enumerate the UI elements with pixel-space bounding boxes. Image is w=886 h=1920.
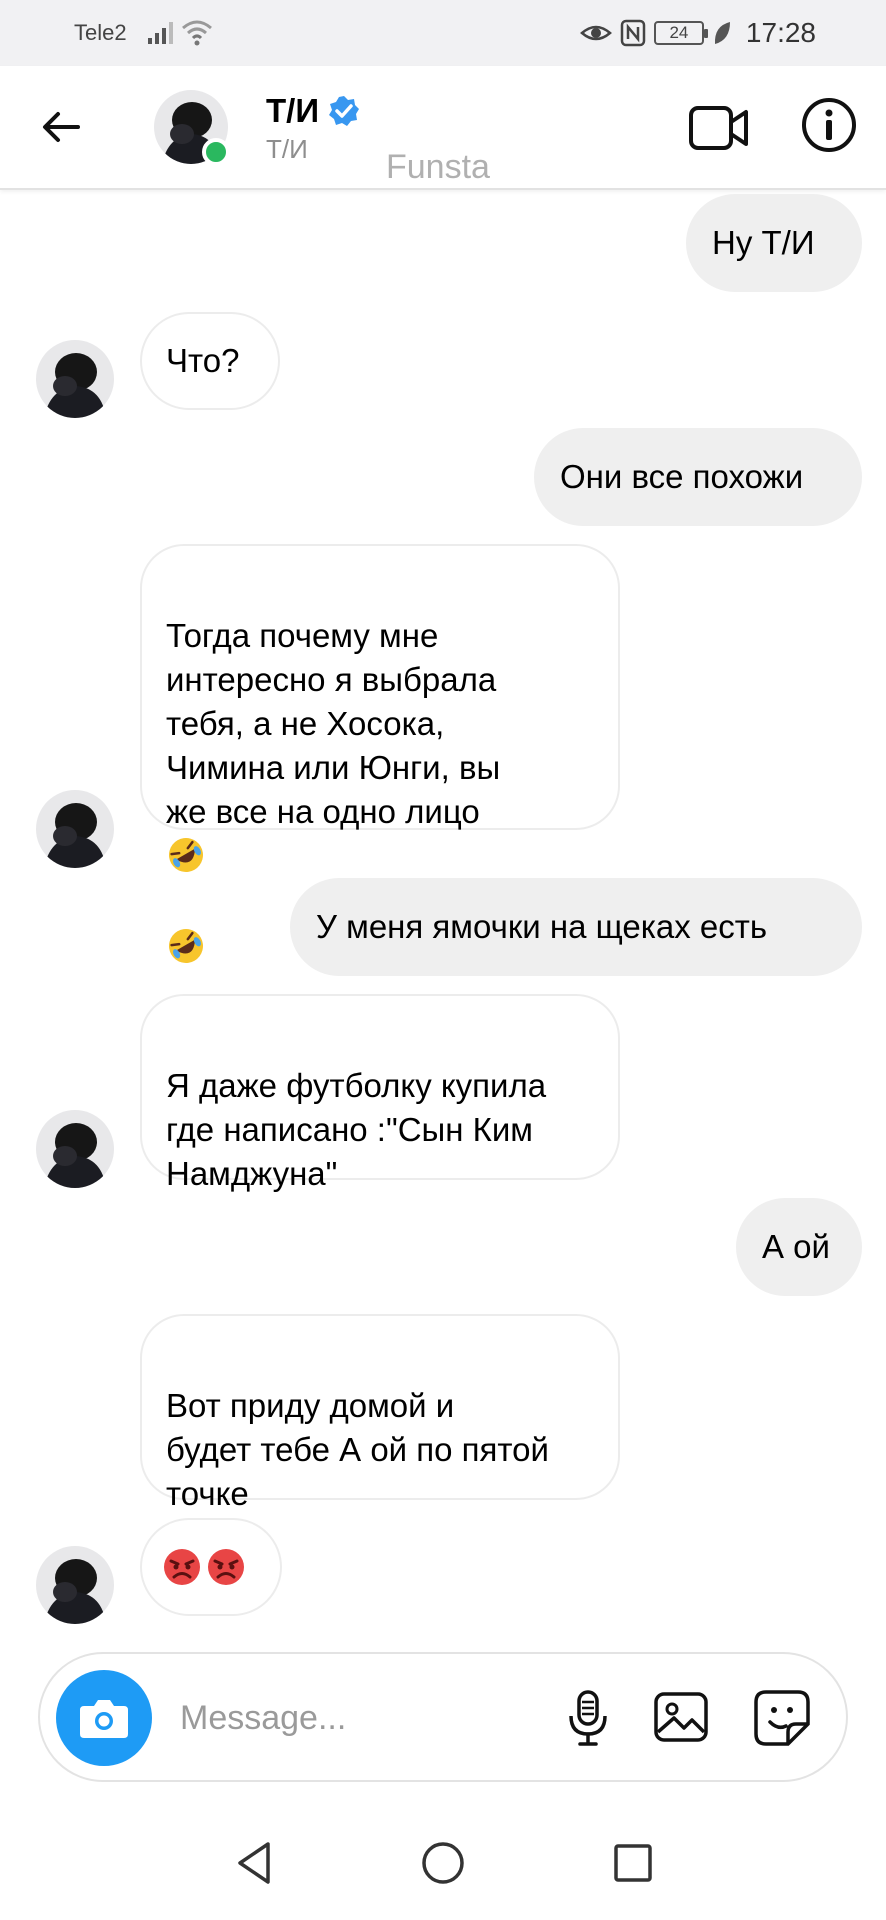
avatar[interactable]: [36, 790, 114, 868]
battery-icon: 24: [653, 21, 708, 45]
sticker-icon[interactable]: [752, 1688, 812, 1748]
system-nav-bar: [0, 1806, 886, 1920]
back-arrow-icon[interactable]: [38, 104, 84, 150]
signal-icon: [148, 22, 173, 44]
message-text: Они все похожи: [560, 458, 804, 495]
wifi-icon: [182, 20, 212, 46]
message-text: Что?: [166, 342, 240, 379]
nav-back-icon[interactable]: [228, 1834, 286, 1892]
status-bar: Tele2 24 17:28: [0, 0, 886, 66]
video-call-icon[interactable]: [688, 100, 750, 156]
message-bubble-outgoing[interactable]: Они все похожи: [534, 428, 862, 526]
message-composer: [38, 1652, 848, 1782]
rolling-on-floor-laughing-emoji-icon: [169, 929, 203, 964]
message-bubble-incoming[interactable]: Я даже футболку купила где написано :"Сы…: [140, 994, 620, 1192]
contact-name-label: Т/И: [266, 92, 320, 129]
microphone-icon[interactable]: [558, 1688, 618, 1748]
pouting-face-emoji-icon: [208, 1549, 244, 1585]
message-bubble-incoming[interactable]: [140, 1518, 282, 1616]
message-text: Я даже футболку купила где написано :"Сы…: [166, 1067, 547, 1192]
avatar[interactable]: [36, 340, 114, 418]
chat-header: Т/И Т/И Funsta: [0, 66, 886, 190]
message-text: А ой: [762, 1228, 830, 1265]
watermark: Funsta: [386, 148, 490, 186]
nfc-icon: [620, 19, 646, 47]
nav-home-icon[interactable]: [414, 1834, 472, 1892]
camera-icon: [80, 1700, 128, 1738]
camera-button[interactable]: [56, 1670, 152, 1766]
info-icon[interactable]: [800, 96, 858, 154]
nav-recent-icon[interactable]: [604, 1834, 662, 1892]
battery-level: 24: [669, 23, 689, 42]
gallery-icon[interactable]: [652, 1688, 710, 1746]
eye-icon: [580, 25, 612, 41]
contact-name[interactable]: Т/И: [266, 92, 361, 130]
avatar[interactable]: [36, 1546, 114, 1624]
clock: 17:28: [745, 17, 816, 48]
message-bubble-incoming[interactable]: Вот приду домой и будет тебе А ой по пят…: [140, 1314, 620, 1512]
message-text: Вот приду домой и будет тебе А ой по пят…: [166, 1387, 549, 1512]
message-input[interactable]: [180, 1692, 480, 1744]
carrier-label: Tele2: [74, 20, 127, 45]
message-text: Ну Т/И: [712, 224, 815, 261]
rolling-on-floor-laughing-emoji-icon: [169, 838, 203, 873]
message-bubble-incoming[interactable]: Тогда почему мне интересно я выбрала теб…: [140, 544, 620, 964]
avatar[interactable]: [36, 1110, 114, 1188]
leaf-icon: [714, 22, 730, 44]
contact-username: Т/И: [266, 134, 308, 164]
message-bubble-incoming[interactable]: Что?: [140, 312, 280, 410]
message-bubble-outgoing[interactable]: Ну Т/И: [686, 194, 862, 292]
verified-badge-icon: [329, 96, 360, 126]
message-text: У меня ямочки на щеках есть: [316, 908, 768, 945]
online-status-dot: [202, 138, 230, 166]
pouting-face-emoji-icon: [164, 1549, 200, 1585]
message-bubble-outgoing[interactable]: У меня ямочки на щеках есть: [290, 878, 862, 976]
message-bubble-outgoing[interactable]: А ой: [736, 1198, 862, 1296]
message-text: Тогда почему мне интересно я выбрала теб…: [166, 617, 501, 830]
